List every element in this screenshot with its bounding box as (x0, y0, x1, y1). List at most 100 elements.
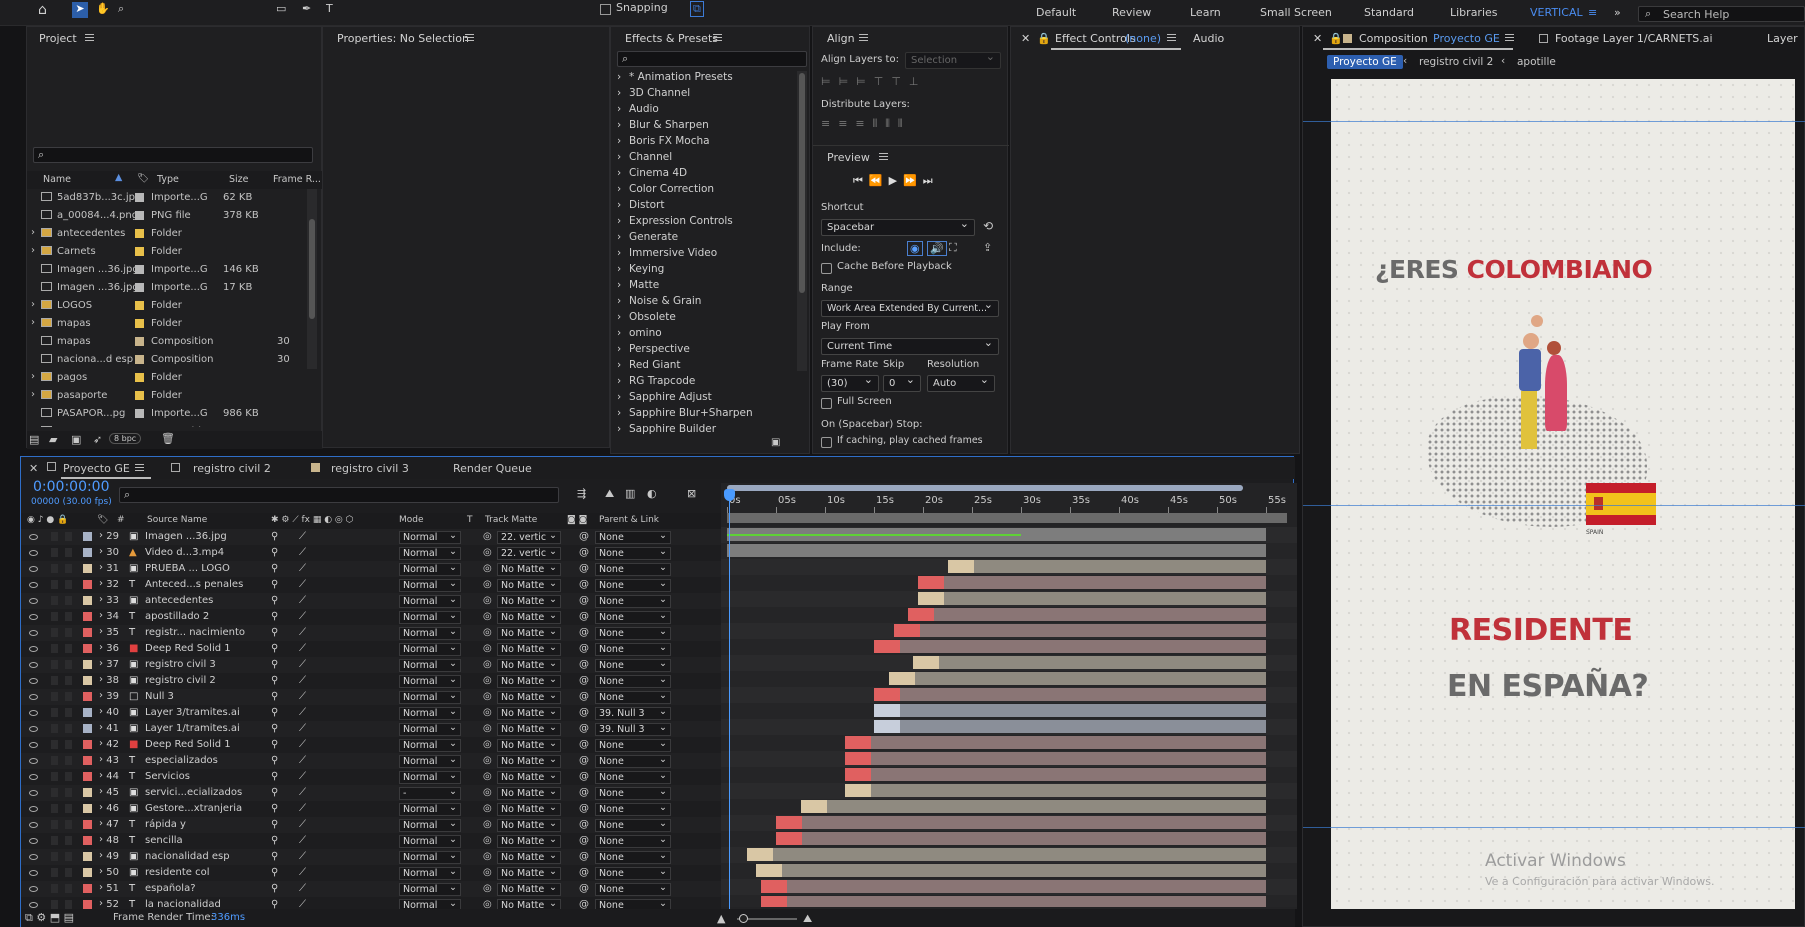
panel-menu-icon[interactable] (853, 32, 868, 45)
play-icon[interactable]: ▶ (889, 174, 903, 187)
reset-icon[interactable]: ⟲ (983, 219, 993, 233)
effects-category[interactable]: › Generate (617, 231, 797, 247)
layer-row[interactable]: › 30 ▲ Video d...3.mp4 ⚲ ⟋ Normal ⌄ ◎ 22. vertic ⌄… (21, 545, 721, 561)
visibility-eye-icon[interactable] (29, 550, 38, 556)
shy-icon[interactable]: ⚲ (271, 579, 278, 590)
layer-duration-bar[interactable] (874, 704, 1266, 717)
shy-icon[interactable]: ⚲ (271, 627, 278, 638)
effects-search-input[interactable]: ⌕ (617, 51, 807, 67)
label-swatch[interactable] (83, 596, 92, 605)
composition-title[interactable]: Composition (1359, 32, 1428, 45)
quality-icon[interactable]: ⟋ (299, 611, 306, 622)
visibility-eye-icon[interactable] (29, 758, 38, 764)
label-swatch[interactable] (135, 319, 144, 328)
label-swatch[interactable] (83, 548, 92, 557)
cache-before-playback-checkbox[interactable] (821, 263, 832, 274)
parent-select[interactable]: None ⌄ (595, 802, 671, 816)
pickwhip-icon[interactable]: @ (579, 643, 589, 654)
parent-select[interactable]: None ⌄ (595, 594, 671, 608)
include-passthrough-icon[interactable]: ⇪ (983, 241, 992, 254)
blend-mode-select[interactable]: Normal ⌄ (399, 802, 461, 816)
rectangle-tool-icon[interactable]: ▭ (276, 2, 286, 15)
label-swatch[interactable] (83, 532, 92, 541)
visibility-eye-icon[interactable] (29, 694, 38, 700)
label-swatch[interactable] (83, 628, 92, 637)
matte-link-icon[interactable]: ◎ (483, 563, 492, 574)
shy-icon[interactable]: ⚲ (271, 755, 278, 766)
lock-icon[interactable]: 🔒 (1329, 32, 1343, 45)
shy-icon[interactable]: ⚲ (271, 611, 278, 622)
expand-icon[interactable]: › (31, 245, 35, 256)
layer-in-marker[interactable] (776, 832, 802, 845)
layer-in-marker[interactable] (761, 880, 788, 893)
new-comp-icon[interactable]: ▣ (71, 433, 81, 446)
label-swatch[interactable] (83, 612, 92, 621)
layer-duration-bar[interactable] (913, 656, 1266, 669)
track-matte-select[interactable]: No Matte ⌄ (497, 594, 561, 608)
effects-category[interactable]: › Boris FX Mocha (617, 135, 797, 151)
layer-duration-bar[interactable] (844, 736, 1266, 749)
column-parent[interactable]: Parent & Link (599, 515, 659, 525)
shy-icon[interactable]: ⚲ (271, 531, 278, 542)
if-caching-checkbox[interactable] (821, 437, 832, 448)
label-swatch[interactable] (83, 804, 92, 813)
label-swatch[interactable] (83, 708, 92, 717)
close-icon[interactable]: ✕ (29, 462, 38, 475)
track-matte-select[interactable]: No Matte ⌄ (497, 690, 561, 704)
footage-tab[interactable]: Footage Layer 1/CARNETS.ai (1555, 32, 1713, 45)
solo-toggle[interactable] (51, 532, 58, 541)
solo-toggle[interactable] (51, 900, 58, 909)
playhead-handle[interactable] (724, 489, 735, 501)
label-swatch[interactable] (83, 580, 92, 589)
layer-row[interactable]: › 48 Tsencilla ⚲ ⟋ Normal ⌄ ◎ No Matte ⌄ @ None ⌄ (21, 833, 721, 849)
track-matte-select[interactable]: No Matte ⌄ (497, 802, 561, 816)
matte-link-icon[interactable]: ◎ (483, 547, 492, 558)
solo-toggle[interactable] (51, 852, 58, 861)
column-track-matte[interactable]: Track Matte (485, 515, 537, 525)
workspace-learn[interactable]: Learn (1190, 6, 1221, 19)
shy-icon[interactable]: ⚲ (271, 771, 278, 782)
include-audio-icon[interactable]: 🔊 (927, 241, 947, 256)
blend-mode-select[interactable]: Normal ⌄ (399, 626, 461, 640)
blend-mode-select[interactable]: Normal ⌄ (399, 706, 461, 720)
solo-toggle[interactable] (51, 804, 58, 813)
layer-in-marker[interactable] (756, 864, 783, 877)
panel-menu-icon[interactable] (79, 32, 94, 45)
matte-link-icon[interactable]: ◎ (483, 835, 492, 846)
pickwhip-icon[interactable]: @ (579, 771, 589, 782)
track-matte-select[interactable]: No Matte ⌄ (497, 770, 561, 784)
effects-category[interactable]: › Channel (617, 151, 797, 167)
layer-duration-bar[interactable] (727, 544, 1266, 557)
layer-duration-bar[interactable] (776, 816, 1266, 829)
effects-category[interactable]: › Sapphire Builder (617, 423, 797, 439)
layer-in-marker[interactable] (800, 800, 827, 813)
parent-select[interactable]: None ⌄ (595, 898, 671, 909)
visibility-eye-icon[interactable] (29, 598, 38, 604)
matte-link-icon[interactable]: ◎ (483, 755, 492, 766)
layer-in-marker[interactable] (844, 784, 871, 797)
breadcrumb-item[interactable]: Proyecto GE (1327, 55, 1403, 69)
layer-row[interactable]: › 33 ▣ antecedentes ⚲ ⟋ Normal ⌄ ◎ No Matte ⌄ @ None… (21, 593, 721, 609)
visibility-eye-icon[interactable] (29, 582, 38, 588)
effects-category[interactable]: › Color Correction (617, 183, 797, 199)
project-item[interactable]: › pasaporte Folder (27, 387, 307, 405)
lock-toggle[interactable] (65, 804, 72, 813)
label-swatch[interactable] (135, 283, 144, 292)
label-swatch[interactable] (135, 373, 144, 382)
layer-duration-bar[interactable] (918, 576, 1266, 589)
render-icon[interactable]: ➶ (93, 433, 102, 446)
resolution-select[interactable]: Auto (927, 373, 995, 392)
quality-icon[interactable]: ⟋ (299, 867, 306, 878)
parent-select[interactable]: None ⌄ (595, 850, 671, 864)
lock-toggle[interactable] (65, 660, 72, 669)
lock-toggle[interactable] (65, 596, 72, 605)
effects-category[interactable]: › RG Trapcode (617, 375, 797, 391)
skip-select[interactable]: 0 (883, 373, 921, 392)
matte-link-icon[interactable]: ◎ (483, 611, 492, 622)
lock-toggle[interactable] (65, 852, 72, 861)
quality-icon[interactable]: ⟋ (299, 531, 306, 542)
layer-duration-bar[interactable] (844, 784, 1266, 797)
prev-frame-icon[interactable]: ⏪ (869, 174, 889, 187)
label-swatch[interactable] (83, 676, 92, 685)
layer-row[interactable]: › 46 ▣ Gestore...xtranjeria ⚲ ⟋ Normal ⌄ ◎ No Mat… (21, 801, 721, 817)
